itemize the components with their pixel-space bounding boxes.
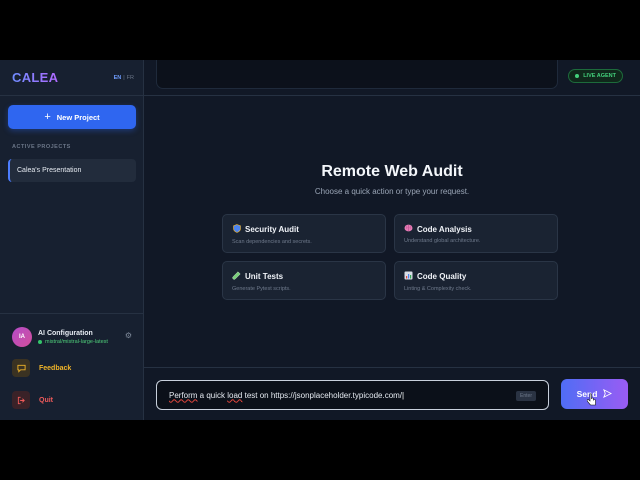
card-title-row: Unit Tests	[232, 271, 385, 282]
main-panel: LIVE AGENT Remote Web Audit Choose a qui…	[144, 60, 640, 420]
top-panel	[156, 60, 558, 89]
ai-config-title: AI Configuration	[38, 329, 93, 337]
project-item-label: Calea's Presentation	[17, 167, 82, 174]
pointer-cursor-icon	[586, 393, 597, 409]
avatar: IA	[12, 327, 32, 347]
bar-chart-icon	[404, 271, 413, 282]
language-switch: EN | FR	[114, 75, 134, 81]
brain-icon	[404, 224, 413, 234]
text-caret: |	[402, 390, 405, 400]
ai-model-name: mistral/mistral-large-latest	[45, 338, 108, 345]
send-icon	[603, 388, 613, 400]
new-project-button[interactable]: + New Project	[8, 105, 136, 129]
sidebar-footer: IA AI Configuration mistral/mistral-larg…	[0, 313, 144, 420]
active-projects-heading: ACTIVE PROJECTS	[12, 144, 71, 150]
prompt-text-mid: a quick	[197, 390, 228, 400]
page-subtitle: Choose a quick action or type your reque…	[314, 187, 470, 196]
quick-action-code-quality[interactable]: Code Quality Linting & Complexity check.	[394, 261, 558, 300]
ai-config-text: AI Configuration mistral/mistral-large-l…	[38, 330, 108, 345]
sidebar: CALEA EN | FR + New Project ACTIVE PROJE…	[0, 60, 144, 420]
feedback-label: Feedback	[39, 364, 72, 372]
new-project-label: New Project	[56, 112, 100, 122]
prompt-input[interactable]: Perform a quick load test on https://jso…	[156, 380, 549, 410]
quit-button[interactable]: Quit	[12, 391, 132, 409]
logout-icon	[12, 391, 30, 409]
page-title: Remote Web Audit	[321, 163, 463, 180]
card-title-row: Code Analysis	[404, 224, 557, 234]
composer-area: Perform a quick load test on https://jso…	[144, 367, 640, 420]
card-description: Understand global architecture.	[404, 238, 481, 244]
quick-action-code-analysis[interactable]: Code Analysis Understand global architec…	[394, 214, 558, 253]
test-tube-icon	[232, 271, 241, 282]
lang-separator: |	[123, 74, 125, 81]
enter-key-hint: Enter	[516, 391, 536, 401]
quit-label: Quit	[39, 396, 53, 404]
brand-row: CALEA EN | FR	[0, 60, 143, 96]
live-dot-icon	[575, 74, 580, 78]
brand-logo: CALEA	[12, 70, 59, 85]
letterbox-bottom	[0, 420, 640, 480]
card-description: Generate Pytest scripts.	[232, 286, 291, 292]
app-window: CALEA EN | FR + New Project ACTIVE PROJE…	[0, 60, 640, 420]
online-dot-icon	[38, 339, 42, 344]
card-title: Unit Tests	[245, 272, 284, 281]
plus-icon: +	[44, 110, 51, 123]
lang-fr[interactable]: FR	[127, 75, 134, 81]
quick-action-unit-tests[interactable]: Unit Tests Generate Pytest scripts.	[222, 261, 386, 300]
gear-icon[interactable]: ⚙	[125, 331, 132, 340]
project-item[interactable]: Calea's Presentation	[8, 159, 136, 182]
ai-model-status: mistral/mistral-large-latest	[38, 339, 108, 345]
card-title: Code Analysis	[417, 224, 472, 234]
status-badge: LIVE AGENT	[568, 69, 623, 83]
card-title: Code Quality	[417, 272, 467, 281]
card-title-row: Code Quality	[404, 271, 557, 282]
ai-configuration[interactable]: IA AI Configuration mistral/mistral-larg…	[12, 325, 136, 349]
prompt-text-prefix: Perform	[169, 390, 198, 400]
card-title: Security Audit	[245, 225, 299, 234]
chat-bubble-icon	[12, 359, 30, 377]
status-badge-label: LIVE AGENT	[583, 73, 616, 79]
letterbox-top	[0, 0, 640, 60]
shield-icon	[232, 224, 241, 235]
prompt-text-word: load	[227, 390, 243, 400]
prompt-text-rest: test on https://jsonplaceholder.typicode…	[242, 390, 403, 400]
card-description: Scan dependencies and secrets.	[232, 239, 312, 245]
card-description: Linting & Complexity check.	[404, 286, 472, 292]
card-title-row: Security Audit	[232, 224, 385, 235]
lang-en[interactable]: EN	[114, 75, 122, 81]
top-bar: LIVE AGENT	[144, 60, 640, 96]
quick-action-security-audit[interactable]: Security Audit Scan dependencies and sec…	[222, 214, 386, 253]
feedback-button[interactable]: Feedback	[12, 359, 132, 377]
